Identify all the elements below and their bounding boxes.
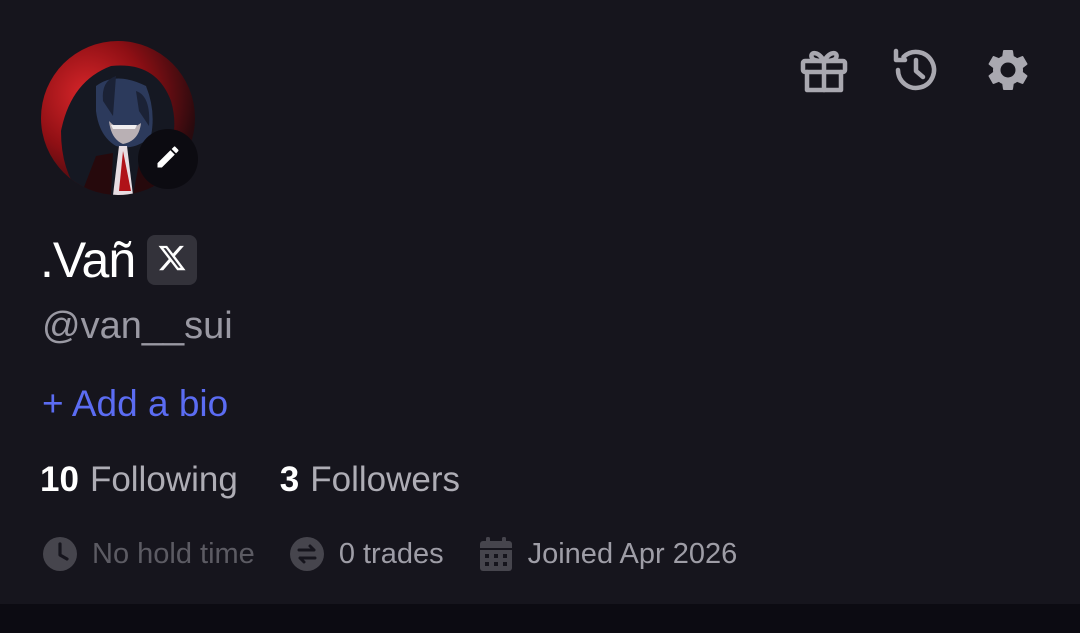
followers-label: Followers (310, 460, 461, 499)
joined-text: Joined Apr 2026 (527, 538, 738, 570)
calendar-icon (478, 536, 514, 572)
following-label: Following (89, 460, 238, 499)
profile-meta: No hold time 0 trades Joined Apr 2026 (42, 532, 771, 576)
hold-time-item: No hold time (42, 532, 255, 576)
display-name: .Vañ (40, 232, 136, 288)
following-stat[interactable]: 10 Following (40, 456, 238, 504)
profile-header: .Vañ @van__sui + Add a bio 10 Following … (0, 0, 1080, 604)
follow-stats: 10 Following 3 Followers (40, 456, 460, 504)
edit-avatar-button[interactable] (138, 129, 198, 189)
x-logo-icon (157, 243, 187, 278)
gift-button[interactable] (798, 46, 850, 98)
gift-icon (798, 44, 850, 101)
username-handle: @van__sui (42, 305, 233, 347)
add-bio-link[interactable]: + Add a bio (42, 380, 228, 428)
hold-time-text: No hold time (92, 538, 255, 570)
followers-stat[interactable]: 3 Followers (280, 456, 460, 504)
bottom-divider (0, 604, 1080, 633)
swap-icon (289, 536, 325, 572)
joined-item: Joined Apr 2026 (478, 532, 738, 576)
followers-count: 3 (279, 460, 300, 499)
clock-icon (42, 536, 78, 572)
trades-item: 0 trades (289, 532, 444, 576)
trades-text: 0 trades (338, 538, 444, 570)
header-actions (798, 46, 1034, 98)
gear-icon (983, 45, 1033, 100)
name-row: .Vañ (40, 228, 198, 292)
history-icon (890, 44, 942, 101)
x-account-badge[interactable] (147, 235, 198, 285)
pencil-icon (154, 143, 182, 176)
following-count: 10 (40, 460, 79, 499)
avatar-container (41, 41, 198, 195)
history-button[interactable] (890, 46, 942, 98)
settings-button[interactable] (982, 46, 1034, 98)
